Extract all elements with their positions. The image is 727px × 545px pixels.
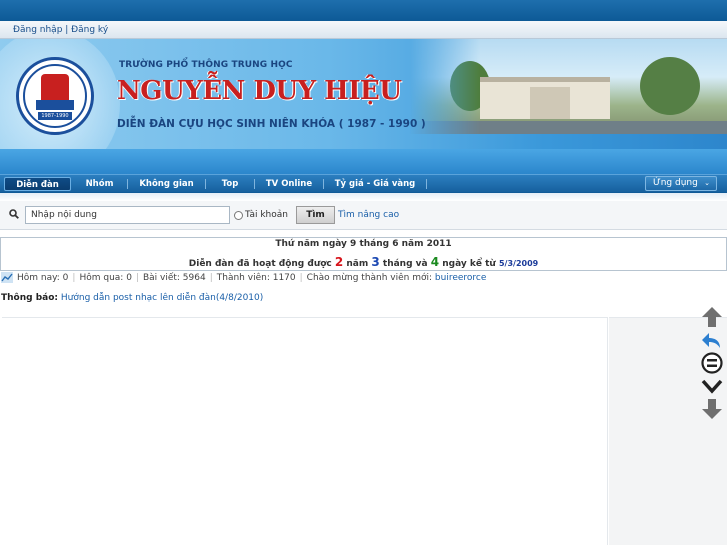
newest-member-link[interactable]: buireerorce <box>435 273 487 283</box>
nav-item-top[interactable]: Top <box>206 177 254 191</box>
announcement-label: Thông báo: <box>1 293 59 303</box>
announcement-link[interactable]: Hướng dẫn post nhạc lên diễn đàn(4/8/201… <box>61 293 263 303</box>
site-banner: 1987-1990 TRƯỜNG PHỔ THÔNG TRUNG HỌC NGU… <box>0 39 727 174</box>
main-nav: Diễn đàn Nhóm Không gian Top TV Online T… <box>0 174 727 192</box>
announcement: Thông báo: Hướng dẫn post nhạc lên diễn … <box>1 293 263 303</box>
forum-age-months: 3 <box>371 255 380 269</box>
current-date: Thứ năm ngày 9 tháng 6 năm 2011 <box>275 239 452 249</box>
school-photo <box>410 39 727 134</box>
scroll-top-icon[interactable] <box>700 306 724 328</box>
reply-icon[interactable] <box>700 330 724 352</box>
school-logo[interactable]: 1987-1990 <box>16 57 94 135</box>
apps-dropdown-label: Ứng dụng <box>653 178 698 188</box>
apps-dropdown[interactable]: Ứng dụng ⌄ <box>645 176 717 191</box>
forum-date-box: Thứ năm ngày 9 tháng 6 năm 2011 Diễn đàn… <box>0 237 727 271</box>
stats-row: Hôm nay: 0 | Hôm qua: 0 | Bài viết: 5964 | Thà… <box>17 271 486 285</box>
nav-item-tv-online[interactable]: TV Online <box>255 177 323 191</box>
stat-separator: | <box>72 273 76 283</box>
main-content <box>2 317 608 545</box>
scroll-bottom-icon[interactable] <box>700 398 724 420</box>
stat-today: Hôm nay: 0 <box>17 273 69 283</box>
forum-age-prefix: Diễn đàn đã hoạt động được <box>188 259 332 269</box>
stat-members: Thành viên: 1170 <box>216 273 296 283</box>
photo-gate <box>530 87 570 119</box>
search-button[interactable]: Tìm <box>296 206 335 224</box>
logo-years: 1987-1990 <box>38 112 72 120</box>
nav-shadow <box>0 192 727 201</box>
photo-road <box>410 121 727 134</box>
top-bar <box>0 0 727 21</box>
forum-stats: Hôm nay: 0 | Hôm qua: 0 | Bài viết: 5964 | Thà… <box>0 271 727 285</box>
forum-age: Diễn đàn đã hoạt động được 2 năm 3 tháng… <box>1 255 726 269</box>
stat-separator: | <box>209 273 213 283</box>
banner-foot <box>0 149 727 174</box>
stats-chart-icon <box>1 272 13 283</box>
advanced-search-link[interactable]: Tìm nâng cao <box>338 210 399 220</box>
search-bar: Tài khoản Tìm Tìm nâng cao <box>0 201 727 230</box>
nav-item-space[interactable]: Không gian <box>128 177 205 191</box>
school-name: NGUYỄN DUY HIỆU <box>117 76 402 106</box>
forum-age-days: 4 <box>430 255 440 269</box>
forum-age-years-unit: năm <box>346 259 369 269</box>
stat-welcome: Chào mừng thành viên mới: <box>306 273 433 283</box>
school-subtitle: TRƯỜNG PHỔ THÔNG TRUNG HỌC <box>119 60 293 70</box>
search-input[interactable] <box>25 206 230 224</box>
logo-flag <box>41 74 69 100</box>
account-radio[interactable] <box>234 211 243 220</box>
toggle-list-icon[interactable] <box>700 352 724 374</box>
nav-separator <box>426 179 427 189</box>
forum-age-months-unit: tháng và <box>382 259 428 269</box>
login-bar: Đăng nhập | Đăng ký <box>0 21 727 39</box>
chevron-down-icon: ⌄ <box>704 179 710 187</box>
photo-tree <box>640 57 700 115</box>
account-radio-label: Tài khoản <box>245 210 288 220</box>
stat-yesterday: Hôm qua: 0 <box>79 273 132 283</box>
nav-item-groups[interactable]: Nhóm <box>72 177 127 191</box>
stat-separator: | <box>299 273 303 283</box>
stat-separator: | <box>135 273 139 283</box>
chevron-down-icon[interactable] <box>700 375 724 397</box>
stat-posts: Bài viết: 5964 <box>142 273 206 283</box>
search-icon <box>9 209 19 219</box>
nav-item-forum[interactable]: Diễn đàn <box>4 177 71 191</box>
forum-age-years: 2 <box>334 255 344 269</box>
forum-start-date: 5/3/2009 <box>498 259 539 268</box>
login-register-link[interactable]: Đăng nhập | Đăng ký <box>13 25 108 35</box>
forum-age-days-unit: ngày kể từ <box>442 259 496 269</box>
nav-item-exchange-rate[interactable]: Tỷ giá - Giá vàng <box>324 177 426 191</box>
logo-book <box>36 100 74 110</box>
forum-tagline: DIỄN ĐÀN CỰU HỌC SINH NIÊN KHÓA ( 1987 -… <box>117 118 426 130</box>
